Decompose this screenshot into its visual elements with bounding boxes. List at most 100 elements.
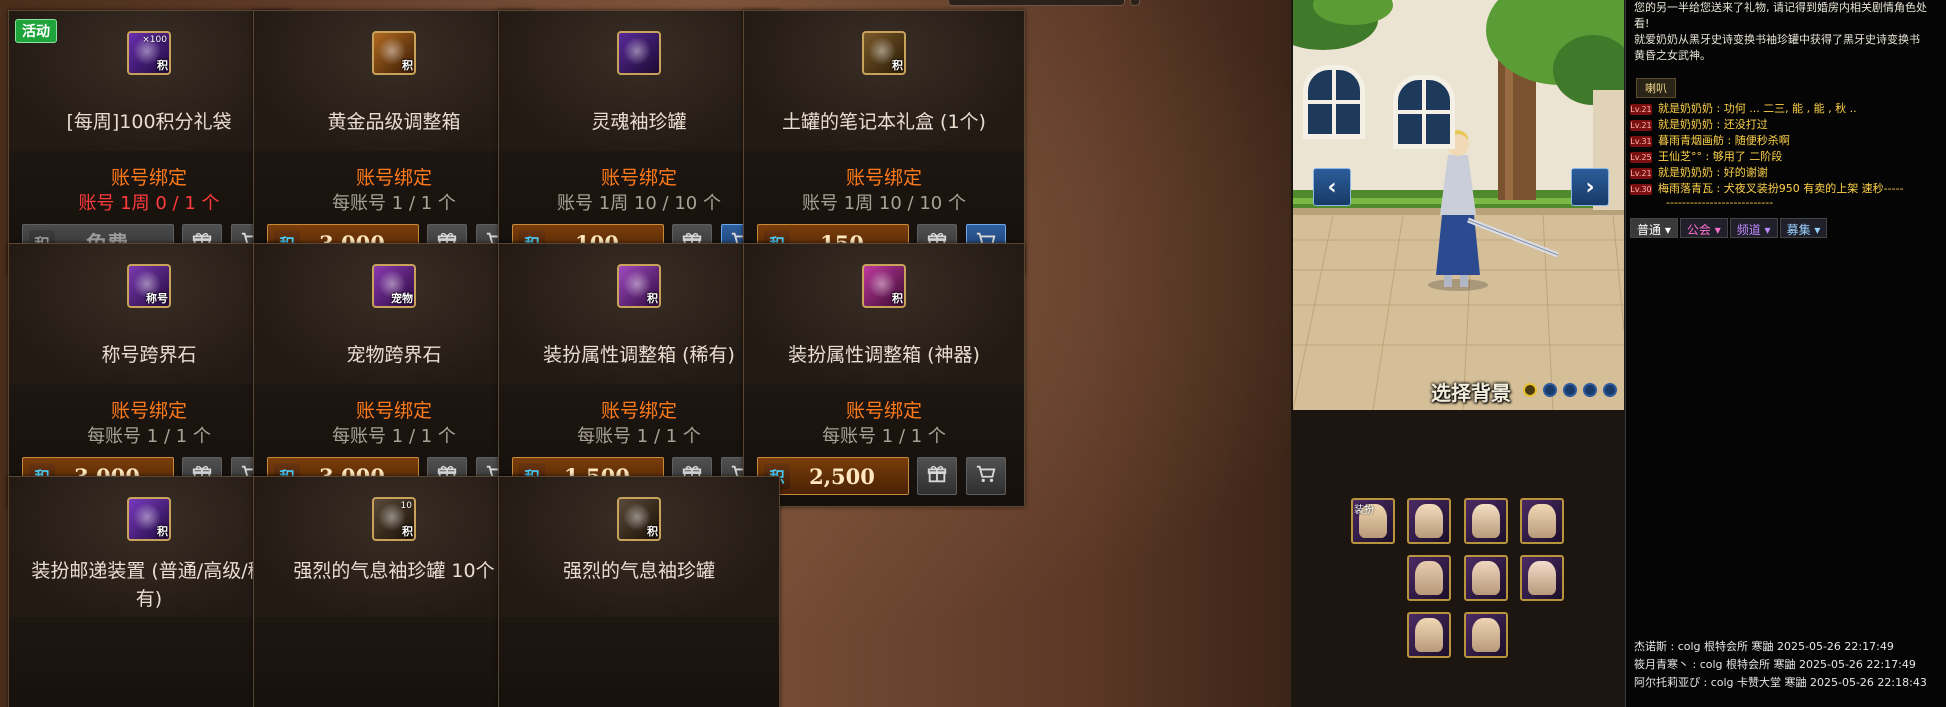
avatar-mail-device-icon: 积 — [127, 497, 171, 541]
item-card[interactable]: 积装扮属性调整箱 (稀有)账号绑定每账号 1 / 1 个积1,500 — [498, 243, 780, 507]
purchase-limit: 每账号 1 / 1 个 — [332, 193, 456, 214]
item-card[interactable]: 积装扮属性调整箱 (神器)账号绑定每账号 1 / 1 个积2,500 — [743, 243, 1025, 507]
purchase-limit: 每账号 1 / 1 个 — [577, 426, 701, 447]
chat-message[interactable]: --------------------------- — [1666, 196, 1773, 211]
bind-type-label: 账号绑定 — [355, 167, 432, 189]
purchase-limit: 每账号 1 / 1 个 — [822, 426, 946, 447]
title-stone-icon: 称号 — [127, 264, 171, 308]
level-badge: Lv.30 — [1630, 183, 1652, 195]
background-dot[interactable] — [1563, 383, 1577, 397]
icon-type-tag: 积 — [157, 59, 168, 72]
chat-message-text: 就是奶奶奶 : 功何 ... 二三, 能 , 能 , 秋 .. — [1658, 102, 1857, 115]
channel-tab[interactable]: 普通 ▾ — [1630, 218, 1678, 238]
chat-message[interactable]: Lv.31 暮雨青烟画舫 : 随便秒杀啊 — [1630, 132, 1790, 147]
whisper-line[interactable]: 阿尔托莉亚ぴ : colg 卡赞大堂 寒鼬 2025-05-26 22:18:4… — [1634, 674, 1927, 690]
slot-art — [1528, 504, 1556, 538]
chat-message[interactable]: Lv.30 梅雨落青瓦 : 犬夜叉装扮950 有卖的上架 速秒----- — [1630, 180, 1904, 195]
shoes-slot-icon[interactable] — [1407, 612, 1451, 658]
system-message-line: 黄昏之女武神。 — [1634, 49, 1711, 62]
top-tab-button[interactable] — [948, 0, 1125, 6]
card-lower — [499, 617, 779, 707]
item-name: 称号跨界石 — [101, 344, 197, 366]
chat-message-text: 就是奶奶奶 : 好的谢谢 — [1658, 166, 1768, 179]
scene-window — [1303, 65, 1365, 139]
pet-stone-icon: 宠物 — [372, 264, 416, 308]
icon-type-tag: 称号 — [146, 292, 168, 305]
bind-type-label: 账号绑定 — [110, 167, 187, 189]
purchase-limit: 账号 1周 10 / 10 个 — [802, 193, 966, 214]
system-message-line: 您的另一半给您送来了礼物, 请记得到婚房内相关剧情角色处 — [1634, 1, 1927, 14]
system-message-line: 就爱奶奶从黑牙史诗变换书袖珍罐中获得了黑牙史诗变换书 — [1634, 33, 1920, 46]
background-dot[interactable] — [1523, 383, 1537, 397]
item-name: [每周]100积分礼袋 — [66, 111, 232, 133]
top-slot-icon[interactable] — [1464, 498, 1508, 544]
item-card[interactable]: 积黄金品级调整箱账号绑定每账号 1 / 1 个积3,000 — [253, 10, 535, 274]
level-badge: Lv.21 — [1630, 103, 1652, 115]
item-card[interactable]: 积土罐的笔记本礼盒 (1个)账号绑定账号 1周 10 / 10 个积150 — [743, 10, 1025, 274]
icon-type-tag: 积 — [892, 59, 903, 72]
item-card[interactable]: 活动×100积[每周]100积分礼袋账号绑定账号 1周 0 / 1 个积免费 — [8, 10, 290, 274]
slot-art — [1472, 618, 1500, 652]
slot-art — [1472, 561, 1500, 595]
icon-type-tag: 积 — [647, 292, 658, 305]
bind-type-label: 账号绑定 — [110, 400, 187, 422]
add-to-cart-button[interactable] — [966, 457, 1006, 495]
item-name: 强烈的气息袖珍罐 — [562, 560, 715, 582]
channel-label: 募集 — [1786, 223, 1811, 237]
item-card[interactable]: 称号称号跨界石账号绑定每账号 1 / 1 个积3,000 — [8, 243, 290, 507]
card-lower — [254, 617, 534, 707]
next-background-button[interactable]: › — [1571, 168, 1609, 206]
slot-art — [1415, 618, 1443, 652]
channel-label: 频道 — [1736, 223, 1761, 237]
prev-background-button[interactable]: ‹ — [1313, 168, 1351, 206]
points-bag-icon: ×100 积 — [127, 31, 171, 75]
level-badge: Lv.31 — [1630, 135, 1652, 147]
chat-message[interactable]: Lv.25 王仙芝°° : 够用了 二阶段 — [1630, 148, 1782, 163]
item-card[interactable]: 积装扮邮递装置 (普通/高级/稀有) — [8, 476, 290, 707]
card-lower — [9, 617, 289, 707]
icon-count-tag: 10 — [400, 501, 412, 511]
chat-message[interactable]: Lv.21 就是奶奶奶 : 功何 ... 二三, 能 , 能 , 秋 .. — [1630, 100, 1857, 115]
hair-slot-icon[interactable]: 装扮 — [1351, 498, 1395, 544]
background-dot[interactable] — [1603, 383, 1617, 397]
tab-loudspeaker[interactable]: 喇叭 — [1636, 78, 1676, 98]
belt-slot-icon[interactable] — [1407, 555, 1451, 601]
notebook-box-icon: 积 — [862, 31, 906, 75]
item-shop-panel: 活动×100积[每周]100积分礼袋账号绑定账号 1周 0 / 1 个积免费积黄… — [0, 0, 1290, 707]
item-name: 黄金品级调整箱 — [327, 111, 461, 133]
slot-art — [1528, 561, 1556, 595]
system-message-line: 看! — [1634, 17, 1650, 30]
chevron-down-icon: ▾ — [1810, 223, 1821, 237]
channel-tab[interactable]: 公会 ▾ — [1679, 218, 1728, 238]
item-name: 装扮属性调整箱 (神器) — [788, 344, 980, 366]
face-slot-icon[interactable] — [1407, 498, 1451, 544]
channel-tab[interactable]: 频道 ▾ — [1729, 218, 1778, 238]
whisper-line[interactable]: 筱月青寒丶 : colg 根特会所 寒鼬 2025-05-26 22:17:49 — [1634, 656, 1916, 672]
coat-slot-icon[interactable] — [1464, 555, 1508, 601]
chat-message-text: 梅雨落青瓦 : 犬夜叉装扮950 有卖的上架 速秒----- — [1658, 182, 1904, 195]
level-badge: Lv.21 — [1630, 167, 1652, 179]
purchase-limit: 每账号 1 / 1 个 — [332, 426, 456, 447]
item-card[interactable]: 积强烈的气息袖珍罐 — [498, 476, 780, 707]
system-message-box: 您的另一半给您送来了礼物, 请记得到婚房内相关剧情角色处 看! 就爱奶奶从黑牙史诗变… — [1634, 0, 1944, 64]
channel-tab[interactable]: 募集 ▾ — [1779, 218, 1828, 238]
item-card[interactable]: 宠物宠物跨界石账号绑定每账号 1 / 1 个积3,000 — [253, 243, 535, 507]
slot-label: 装扮 — [1354, 505, 1374, 516]
gift-button[interactable] — [917, 457, 957, 495]
chat-message[interactable]: Lv.21 就是奶奶奶 : 还没打过 — [1630, 116, 1768, 131]
item-card[interactable]: 灵魂袖珍罐账号绑定账号 1周 10 / 10 个积100 — [498, 10, 780, 274]
soul-jar-icon — [617, 31, 661, 75]
icon-type-tag: 积 — [402, 59, 413, 72]
item-card[interactable]: 10 积强烈的气息袖珍罐 10个 — [253, 476, 535, 707]
pants-slot-icon[interactable] — [1520, 555, 1564, 601]
background-dot[interactable] — [1543, 383, 1557, 397]
chat-message[interactable]: Lv.21 就是奶奶奶 : 好的谢谢 — [1630, 164, 1768, 179]
whisper-line[interactable]: 杰诺斯 : colg 根特会所 寒鼬 2025-05-26 22:17:49 — [1634, 638, 1894, 654]
bind-type-label: 账号绑定 — [845, 167, 922, 189]
skin-slot-icon[interactable] — [1464, 612, 1508, 658]
chat-message-text: 暮雨青烟画舫 : 随便秒杀啊 — [1658, 134, 1790, 147]
channel-label: 公会 — [1686, 223, 1711, 237]
slot-art — [1415, 561, 1443, 595]
cap-slot-icon[interactable] — [1520, 498, 1564, 544]
background-dot[interactable] — [1583, 383, 1597, 397]
